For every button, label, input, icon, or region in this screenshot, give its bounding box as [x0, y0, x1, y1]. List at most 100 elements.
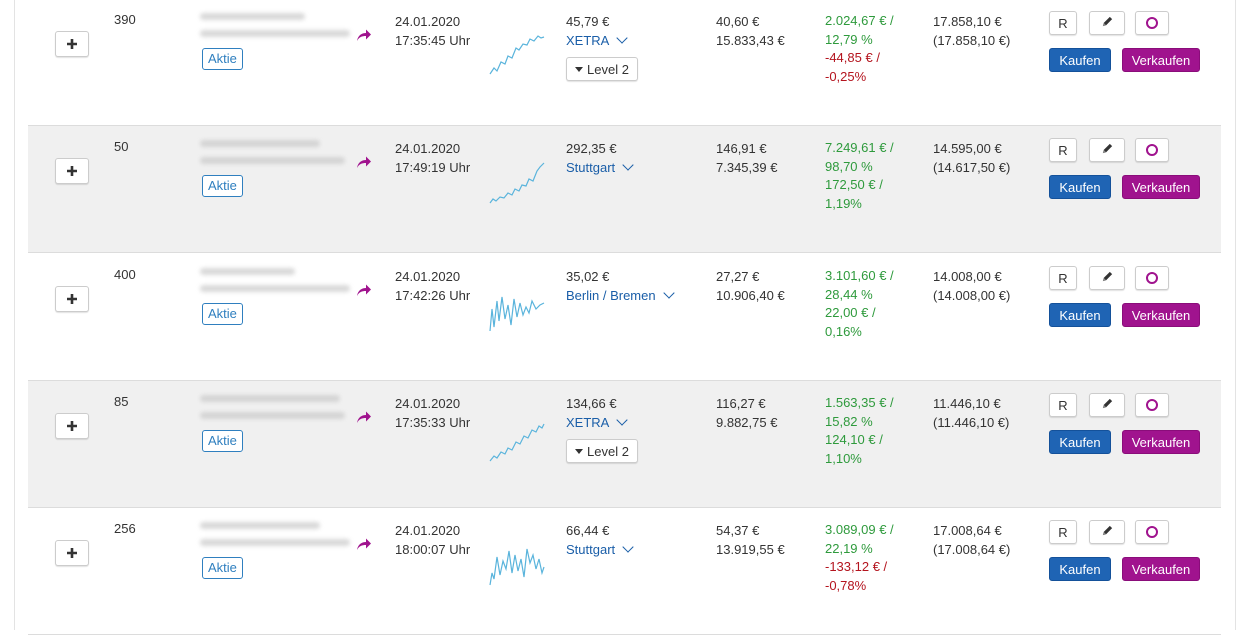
security-name-redacted: [200, 140, 345, 164]
pencil-icon: [1101, 397, 1114, 413]
purchase-total: 7.345,39 €: [716, 160, 778, 175]
level2-label: Level 2: [587, 61, 629, 77]
edit-button[interactable]: [1089, 520, 1125, 544]
edit-button[interactable]: [1089, 138, 1125, 162]
total-performance-pct: 98,70 %: [825, 158, 873, 174]
chevron-down-icon: [622, 159, 634, 171]
market-value-previous: (17.858,10 €): [933, 33, 1011, 48]
r-button[interactable]: R: [1049, 11, 1077, 35]
share-arrow-icon[interactable]: [356, 410, 372, 424]
sell-button[interactable]: Verkaufen: [1122, 430, 1200, 454]
expand-row-button[interactable]: [55, 540, 89, 566]
last-trade-time: 24.01.2020 17:49:19 Uhr: [395, 139, 470, 177]
last-trade-time: 24.01.2020 18:00:07 Uhr: [395, 521, 470, 559]
watch-button[interactable]: [1135, 11, 1169, 35]
position-value: 17.008,64 € (17.008,64 €): [933, 521, 1010, 559]
security-name-redacted: [200, 522, 350, 546]
security-name-redacted: [200, 268, 350, 292]
sell-button[interactable]: Verkaufen: [1122, 557, 1200, 581]
r-button[interactable]: R: [1049, 520, 1077, 544]
circle-icon: [1146, 17, 1158, 29]
buy-button[interactable]: Kaufen: [1049, 557, 1111, 581]
total-performance: 3.101,60 € /: [825, 268, 894, 283]
trade-date: 24.01.2020: [395, 14, 461, 29]
buy-button[interactable]: Kaufen: [1049, 175, 1111, 199]
price-value: 292,35 €: [566, 141, 617, 156]
purchase-price: 146,91 €: [716, 141, 767, 156]
performance: 2.024,67 € / 12,79 % -44,85 € / -0,25%: [825, 12, 894, 86]
purchase-price: 116,27 €: [716, 396, 766, 411]
trade-time: 17:49:19 Uhr: [395, 160, 471, 175]
total-performance-pct: 22,19 %: [825, 540, 873, 556]
current-price: 292,35 € Stuttgart: [566, 139, 634, 177]
trade-time: 17:35:33 Uhr: [395, 415, 471, 430]
total-performance-pct: 12,79 %: [825, 31, 873, 47]
exchange-label: Stuttgart: [566, 542, 616, 557]
expand-row-button[interactable]: [55, 286, 89, 312]
buy-button[interactable]: Kaufen: [1049, 430, 1111, 454]
share-arrow-icon[interactable]: [356, 28, 372, 42]
r-button[interactable]: R: [1049, 138, 1077, 162]
last-trade-time: 24.01.2020 17:42:26 Uhr: [395, 267, 470, 305]
table-row: 85 Aktie 24.01.2020 17:35:33 Uhr 134,66 …: [28, 381, 1221, 508]
expand-row-button[interactable]: [55, 158, 89, 184]
watch-button[interactable]: [1135, 266, 1169, 290]
purchase-values: 116,27 € 9.882,75 €: [716, 394, 777, 432]
current-price: 35,02 € Berlin / Bremen: [566, 267, 675, 305]
exchange-selector[interactable]: Stuttgart: [566, 540, 634, 559]
r-button[interactable]: R: [1049, 393, 1077, 417]
share-arrow-icon[interactable]: [356, 155, 372, 169]
exchange-label: XETRA: [566, 33, 610, 48]
r-button[interactable]: R: [1049, 266, 1077, 290]
last-trade-time: 24.01.2020 17:35:33 Uhr: [395, 394, 470, 432]
share-arrow-icon[interactable]: [356, 537, 372, 551]
security-type-badge: Aktie: [202, 303, 243, 325]
quantity: 85: [114, 394, 129, 409]
exchange-selector[interactable]: XETRA: [566, 31, 629, 50]
intraday-sparkline: [489, 423, 545, 462]
security-type-badge: Aktie: [202, 48, 243, 70]
intraday-sparkline: [489, 162, 545, 204]
share-arrow-icon[interactable]: [356, 283, 372, 297]
quantity: 390: [114, 12, 136, 27]
expand-row-button[interactable]: [55, 31, 89, 57]
edit-button[interactable]: [1089, 393, 1125, 417]
watch-button[interactable]: [1135, 520, 1169, 544]
buy-button[interactable]: Kaufen: [1049, 48, 1111, 72]
purchase-total: 9.882,75 €: [716, 415, 778, 430]
sell-button[interactable]: Verkaufen: [1122, 175, 1200, 199]
total-performance-pct: 15,82 %: [825, 413, 873, 429]
table-row: 256 Aktie 24.01.2020 18:00:07 Uhr 66,44 …: [28, 508, 1221, 635]
exchange-selector[interactable]: Berlin / Bremen: [566, 286, 675, 305]
current-price: 134,66 € XETRA: [566, 394, 629, 432]
expand-row-button[interactable]: [55, 413, 89, 439]
purchase-price: 54,37 €: [716, 523, 760, 538]
exchange-selector[interactable]: XETRA: [566, 413, 629, 432]
level2-button[interactable]: Level 2: [566, 57, 638, 81]
purchase-price: 40,60 €: [716, 14, 760, 29]
price-value: 45,79 €: [566, 14, 610, 29]
sell-button[interactable]: Verkaufen: [1122, 48, 1200, 72]
chevron-down-icon: [616, 32, 629, 44]
day-performance-pct: 1,19%: [825, 195, 862, 211]
buy-button[interactable]: Kaufen: [1049, 303, 1111, 327]
watch-button[interactable]: [1135, 393, 1169, 417]
day-performance-pct: -0,25%: [825, 68, 867, 84]
chevron-down-icon: [622, 541, 634, 553]
circle-icon: [1146, 526, 1158, 538]
plus-icon: [67, 164, 77, 179]
chevron-down-icon: [662, 287, 675, 299]
intraday-sparkline: [489, 296, 545, 332]
edit-button[interactable]: [1089, 266, 1125, 290]
level2-button[interactable]: Level 2: [566, 439, 638, 463]
quantity: 50: [114, 139, 129, 154]
edit-button[interactable]: [1089, 11, 1125, 35]
performance: 1.563,35 € / 15,82 % 124,10 € / 1,10%: [825, 394, 894, 468]
sell-button[interactable]: Verkaufen: [1122, 303, 1200, 327]
exchange-selector[interactable]: Stuttgart: [566, 158, 634, 177]
watch-button[interactable]: [1135, 138, 1169, 162]
plus-icon: [67, 292, 77, 307]
table-row: 390 Aktie 24.01.2020 17:35:45 Uhr 45,79 …: [28, 0, 1221, 126]
security-name-redacted: [200, 395, 345, 419]
caret-down-icon: [575, 66, 583, 72]
